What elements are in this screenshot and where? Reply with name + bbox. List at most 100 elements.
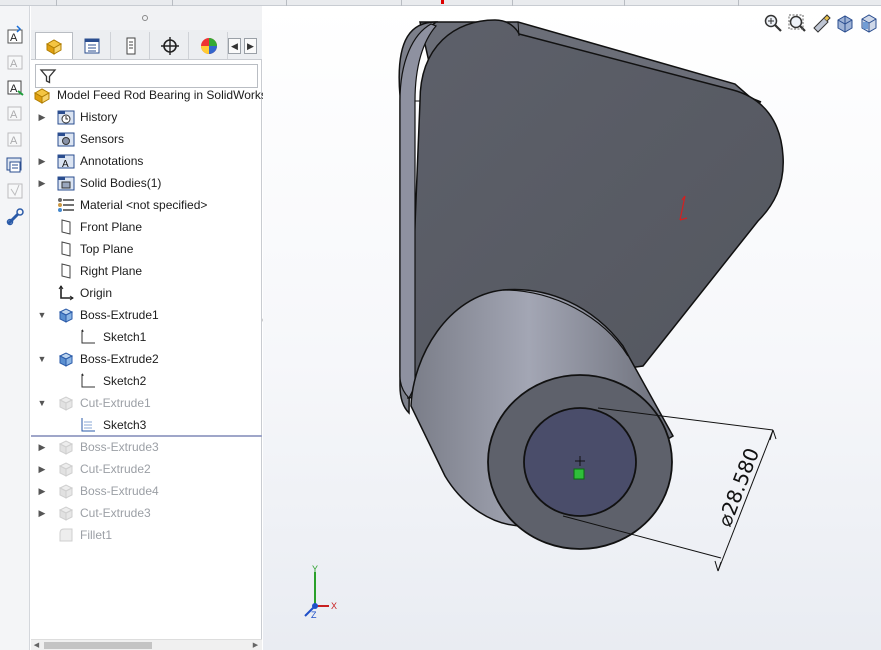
tree-item-sketch3[interactable]: Sketch3 xyxy=(31,414,262,436)
tree-item-sensors[interactable]: Sensors xyxy=(31,128,262,150)
tree-item-sketch1[interactable]: Sketch1 xyxy=(31,326,262,348)
tab-featuremanager[interactable] xyxy=(35,32,73,59)
expand-arrow-icon[interactable]: ▶ xyxy=(37,508,47,518)
tree-item-label: Sensors xyxy=(80,132,125,146)
tree-item-top-plane[interactable]: Top Plane xyxy=(31,238,262,260)
displaymanager-pie-icon xyxy=(200,37,217,54)
featuremanager-tree-icon xyxy=(45,39,63,55)
tree-item-boss-extrude4[interactable]: ▶ Boss-Extrude4 xyxy=(31,480,262,502)
section-view-icon[interactable] xyxy=(834,12,855,34)
plane-icon xyxy=(57,262,75,280)
expand-arrow-icon[interactable]: ▶ xyxy=(37,464,47,474)
note-icon[interactable]: A xyxy=(3,50,26,72)
tree-item-right-plane[interactable]: Right Plane xyxy=(31,260,262,282)
tree-item-label: Top Plane xyxy=(80,242,134,256)
sketch-icon xyxy=(79,328,97,346)
tree-item-label: Boss-Extrude3 xyxy=(80,440,159,454)
tree-item-label: Sketch2 xyxy=(103,374,147,388)
tab-scroll-left-button[interactable]: ◀ xyxy=(228,38,241,54)
boss-extrude-icon xyxy=(57,350,75,368)
triad-z-label: Z xyxy=(311,610,317,620)
tree-item-cut-extrude1[interactable]: ▼ Cut-Extrude1 xyxy=(31,392,262,414)
annotations-icon: A xyxy=(57,152,75,170)
tree-item-label: Origin xyxy=(80,286,113,300)
triad-x-label: X xyxy=(331,601,337,611)
tree-item-boss-extrude1[interactable]: ▼ Boss-Extrude1 xyxy=(31,304,262,326)
tree-root-label: Model Feed Rod Bearing in SolidWorks xyxy=(57,88,267,102)
previous-view-icon[interactable] xyxy=(810,12,831,34)
tree-item-history[interactable]: ▶ History xyxy=(31,106,262,128)
expand-arrow-icon[interactable]: ▶ xyxy=(37,156,47,166)
horizontal-scrollbar[interactable]: ◀ ▶ xyxy=(31,639,262,650)
tree-item-label: Fillet1 xyxy=(80,528,113,542)
collapse-arrow-icon[interactable]: ▼ xyxy=(37,354,47,364)
tree-item-cut-extrude3[interactable]: ▶ Cut-Extrude3 xyxy=(31,502,262,524)
weld-symbol-icon[interactable] xyxy=(3,206,26,228)
diameter-dimension-label[interactable]: ⌀28.580 xyxy=(712,445,764,530)
boss-extrude-icon xyxy=(57,306,75,324)
pane-grip[interactable] xyxy=(31,6,262,30)
filter-funnel-icon xyxy=(39,69,57,84)
sketch-icon xyxy=(79,372,97,390)
graphics-viewport[interactable]: ⌀28.580 Y X Z xyxy=(263,6,881,650)
scroll-left-arrow-icon[interactable]: ◀ xyxy=(31,640,42,650)
model-items-icon[interactable] xyxy=(3,154,26,176)
tree-item-sketch2[interactable]: Sketch2 xyxy=(31,370,262,392)
expand-arrow-icon[interactable]: ▶ xyxy=(37,486,47,496)
tree-item-label: Boss-Extrude1 xyxy=(80,308,159,322)
tab-propertymanager[interactable] xyxy=(73,32,111,59)
boss-extrude-icon xyxy=(57,482,75,500)
collapse-arrow-icon[interactable]: ▼ xyxy=(37,310,47,320)
auto-balloon-icon[interactable]: A xyxy=(3,76,26,98)
surface-finish-icon[interactable] xyxy=(3,180,26,202)
tree-item-label: Solid Bodies(1) xyxy=(80,176,162,190)
triad-y-label: Y xyxy=(312,564,318,574)
svg-text:A: A xyxy=(10,32,18,44)
tree-item-front-plane[interactable]: Front Plane xyxy=(31,216,262,238)
tab-configurationmanager[interactable] xyxy=(112,32,150,59)
tree-item-label: Boss-Extrude2 xyxy=(80,352,159,366)
collapse-arrow-icon[interactable]: ▼ xyxy=(37,398,47,408)
tree-item-label: Cut-Extrude2 xyxy=(80,462,151,476)
cut-extrude-icon xyxy=(57,504,75,522)
tree-item-origin[interactable]: Origin xyxy=(31,282,262,304)
featuremanager-tab-bar: ◀ ▶ xyxy=(31,30,262,60)
scroll-right-arrow-icon[interactable]: ▶ xyxy=(250,640,261,650)
balloon-icon[interactable]: A xyxy=(3,128,26,150)
history-icon xyxy=(57,108,75,126)
tree-item-boss-extrude3[interactable]: ▶ Boss-Extrude3 xyxy=(31,436,262,458)
zoom-to-fit-icon[interactable] xyxy=(762,12,783,34)
sketch-icon xyxy=(79,416,97,434)
scrollbar-thumb[interactable] xyxy=(44,642,152,649)
zoom-to-area-icon[interactable] xyxy=(786,12,807,34)
expand-arrow-icon[interactable]: ▶ xyxy=(37,442,47,452)
configurationmanager-icon xyxy=(126,37,135,54)
tree-item-label: Front Plane xyxy=(80,220,143,234)
cut-extrude-icon xyxy=(57,394,75,412)
tree-item-label: Boss-Extrude4 xyxy=(80,484,159,498)
smart-dimension-icon[interactable]: A xyxy=(3,24,26,46)
reference-triad: Y X Z xyxy=(304,564,337,620)
svg-text:A: A xyxy=(10,58,18,70)
featuremanager-pane: ◀ ▶ Model Feed Rod Bearing in SolidWorks… xyxy=(31,6,267,650)
linked-note-icon[interactable]: A xyxy=(3,102,26,124)
heads-up-view-toolbar xyxy=(762,12,879,36)
tree-item-fillet1[interactable]: Fillet1 xyxy=(31,524,262,546)
tab-scroll-right-button[interactable]: ▶ xyxy=(244,38,257,54)
svg-text:A: A xyxy=(10,109,18,121)
tree-item-solid-bodies[interactable]: ▶ Solid Bodies(1) xyxy=(31,172,262,194)
fillet-icon xyxy=(57,526,75,544)
tree-item-cut-extrude2[interactable]: ▶ Cut-Extrude2 xyxy=(31,458,262,480)
tree-item-annotations[interactable]: ▶ A Annotations xyxy=(31,150,262,172)
part-model[interactable]: ⌀28.580 Y X Z xyxy=(263,6,881,650)
tree-item-material[interactable]: Material <not specified> xyxy=(31,194,262,216)
expand-arrow-icon[interactable]: ▶ xyxy=(37,112,47,122)
command-toolbar: A A A A A xyxy=(0,6,30,650)
expand-arrow-icon[interactable]: ▶ xyxy=(37,178,47,188)
view-orientation-icon[interactable] xyxy=(858,12,879,34)
propertymanager-icon xyxy=(84,38,99,53)
tab-displaymanager[interactable] xyxy=(190,32,228,59)
tree-item-boss-extrude2[interactable]: ▼ Boss-Extrude2 xyxy=(31,348,262,370)
tab-dimxpertmanager[interactable] xyxy=(151,32,189,59)
tree-root-item[interactable]: Model Feed Rod Bearing in SolidWorks xyxy=(31,84,267,106)
